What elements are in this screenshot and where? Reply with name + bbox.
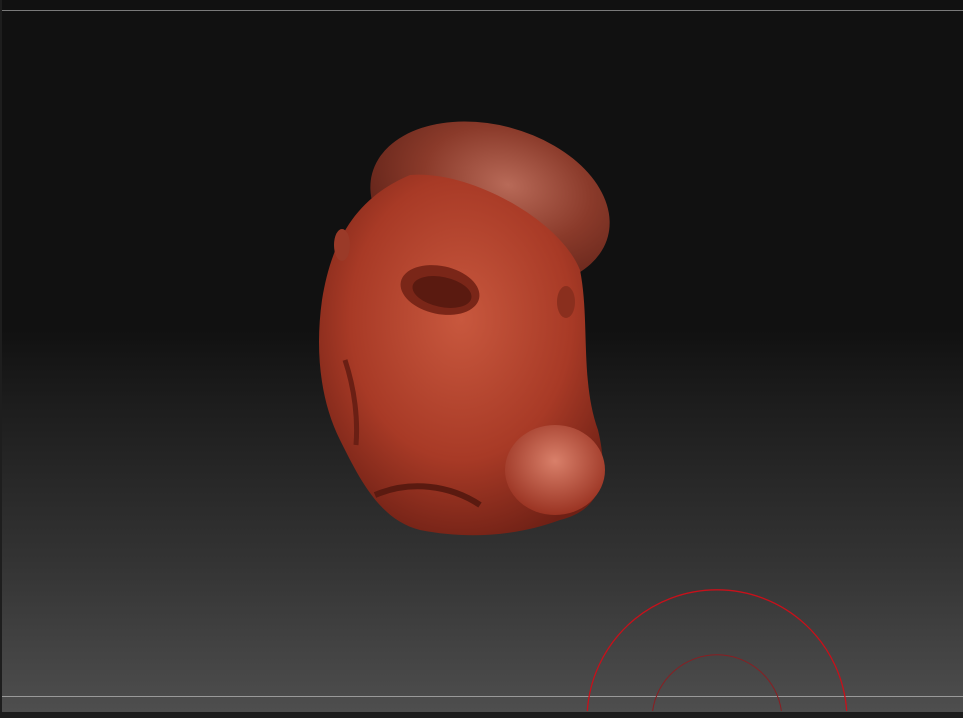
model-ear [557,286,575,318]
sculpt-model[interactable] [319,96,629,536]
brush-outer-circle [586,589,848,712]
brush-inner-circle [652,654,782,712]
scene-overlay [319,96,848,712]
bottom-shelf [0,712,963,718]
model-ear-left [334,229,350,261]
model-nose [505,425,605,515]
